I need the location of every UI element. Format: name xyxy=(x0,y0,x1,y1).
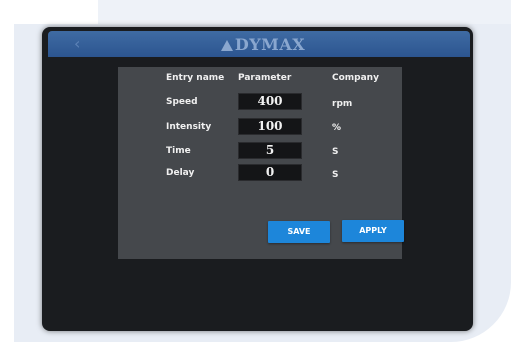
hmi-device: ‹ DYMAX Entry name Parameter Company Spe… xyxy=(42,27,473,331)
speed-value-field[interactable]: 400 xyxy=(238,93,302,110)
background-top-band xyxy=(98,0,511,24)
time-unit: S xyxy=(332,147,339,157)
speed-unit: rpm xyxy=(332,99,353,109)
device-header-bar: ‹ DYMAX xyxy=(48,31,470,57)
intensity-value-field[interactable]: 100 xyxy=(238,118,302,135)
dymax-logo: DYMAX xyxy=(208,35,318,54)
row-label-delay: Delay xyxy=(166,168,195,178)
logo-text: DYMAX xyxy=(234,35,306,54)
row-label-speed: Speed xyxy=(166,97,198,107)
column-header-parameter: Parameter xyxy=(238,73,292,83)
row-label-time: Time xyxy=(166,146,191,156)
column-header-company: Company xyxy=(332,73,379,83)
apply-button[interactable]: APPLY xyxy=(342,220,404,242)
intensity-unit: % xyxy=(332,123,342,133)
parameter-screen: Entry name Parameter Company Speed 400 r… xyxy=(118,67,404,259)
row-label-intensity: Intensity xyxy=(166,122,212,132)
logo-triangle-icon xyxy=(220,40,233,51)
chevron-left-icon[interactable]: ‹ xyxy=(74,34,80,53)
save-button[interactable]: SAVE xyxy=(268,221,330,243)
delay-unit: S xyxy=(332,170,339,180)
column-header-entry-name: Entry name xyxy=(166,73,225,83)
delay-value-field[interactable]: 0 xyxy=(238,164,302,181)
time-value-field[interactable]: 5 xyxy=(238,142,302,159)
